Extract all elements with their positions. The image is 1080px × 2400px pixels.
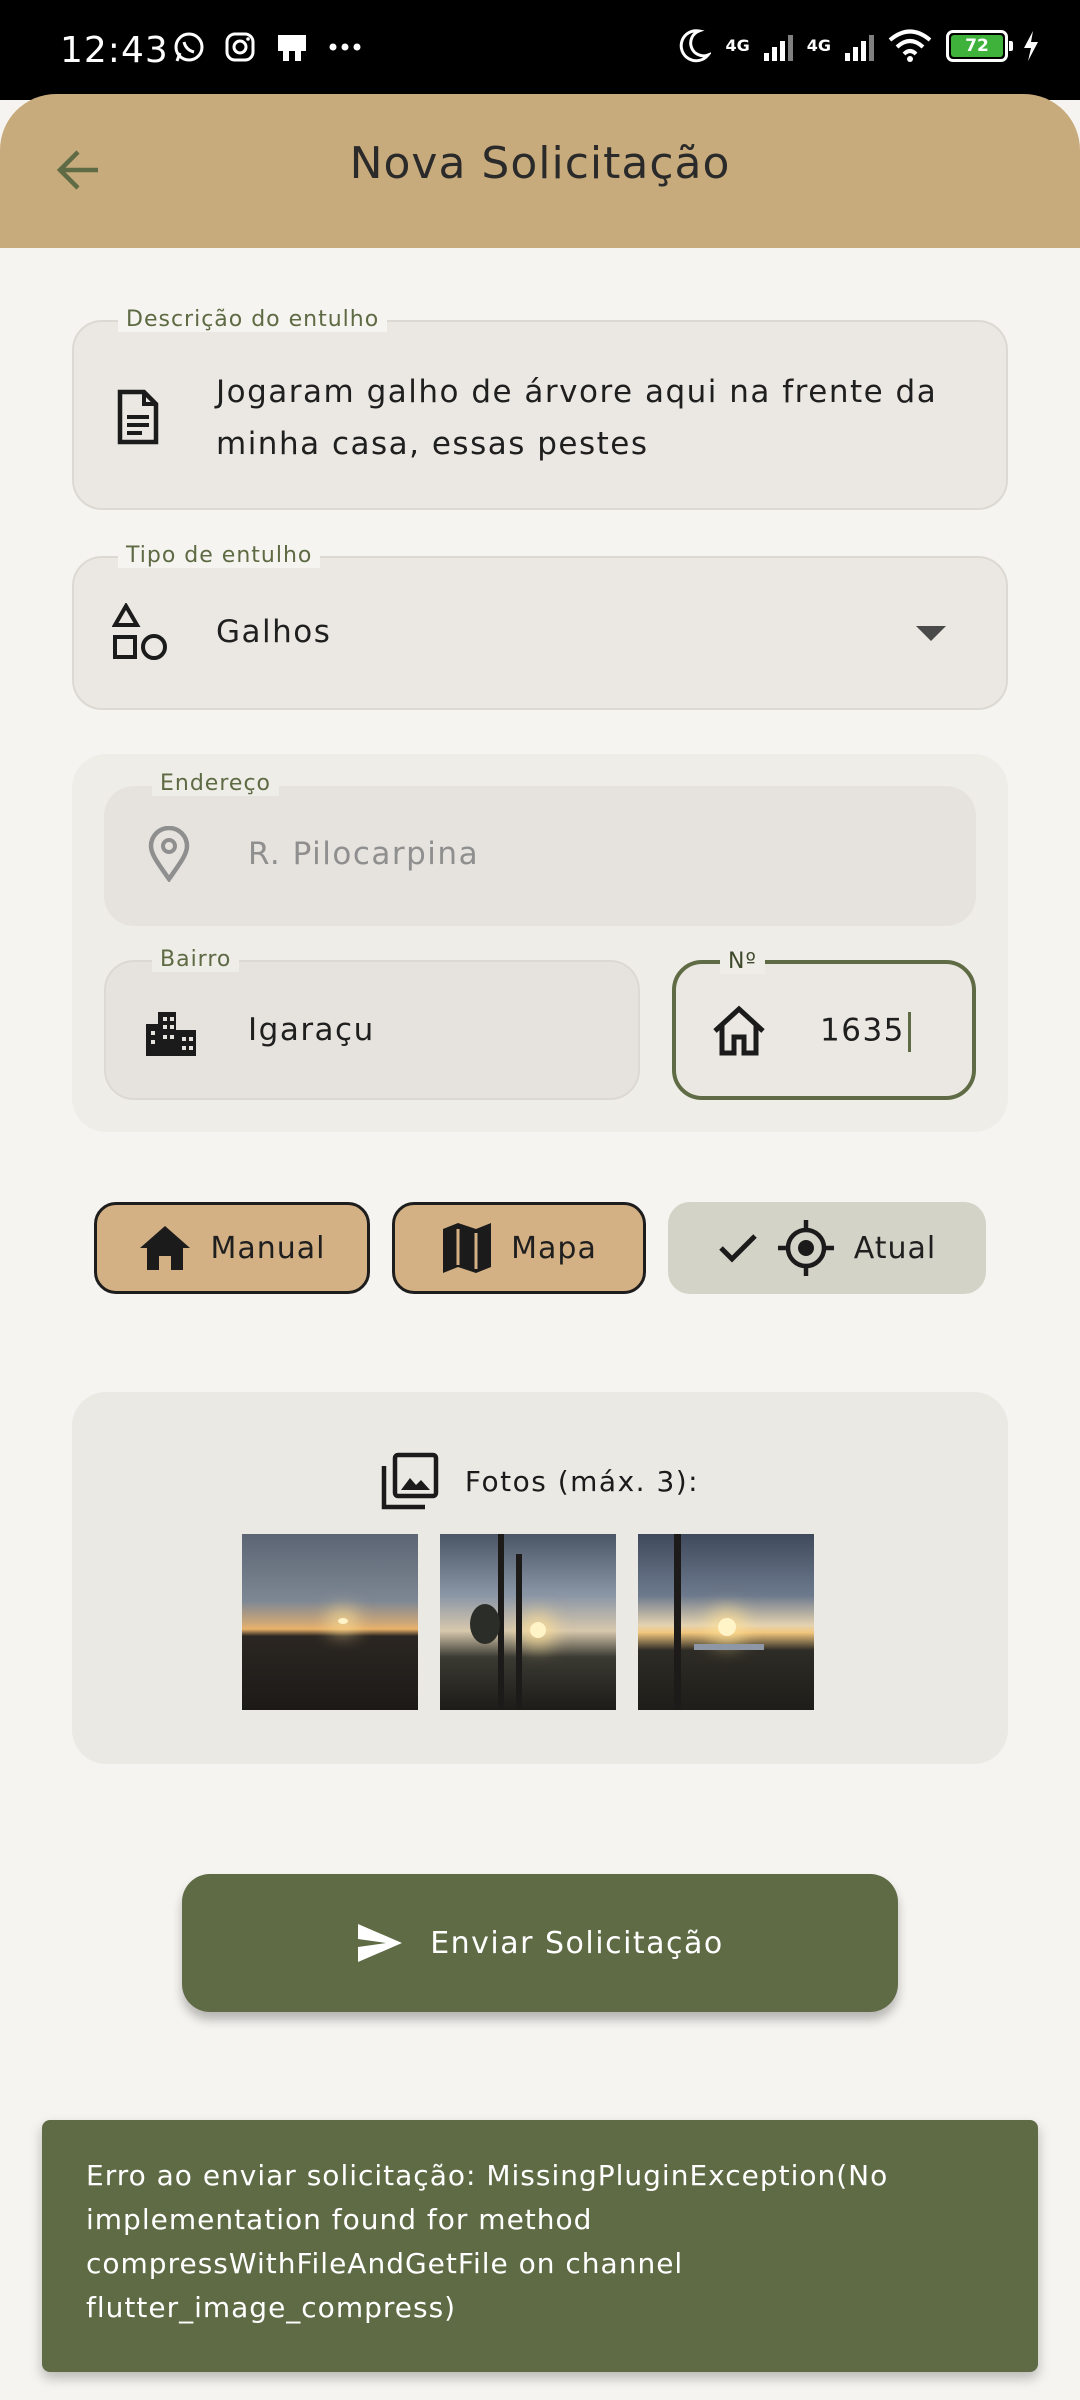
number-field[interactable]: Nº 1635 bbox=[672, 949, 976, 1100]
submit-request-button[interactable]: Enviar Solicitação bbox=[182, 1874, 898, 2012]
app-bar: Nova Solicitação bbox=[0, 94, 1080, 248]
type-dropdown[interactable]: Tipo de entulho Galhos bbox=[72, 543, 1008, 710]
location-pin-icon bbox=[144, 824, 194, 884]
photos-header[interactable]: Fotos (máx. 3): bbox=[72, 1452, 1008, 1510]
photos-title: Fotos (máx. 3): bbox=[464, 1464, 700, 1498]
status-bar: 12:43 4G 4G 72 bbox=[0, 0, 1080, 100]
shapes-icon bbox=[110, 602, 170, 662]
photo-thumbnail-1[interactable] bbox=[242, 1534, 418, 1710]
instagram-icon bbox=[225, 32, 255, 62]
neighborhood-label: Bairro bbox=[152, 947, 240, 972]
document-icon bbox=[112, 388, 164, 446]
moon-icon bbox=[680, 29, 712, 63]
error-snackbar: Erro ao enviar solicitação: MissingPlugi… bbox=[42, 2120, 1038, 2372]
address-value: R. Pilocarpina bbox=[248, 836, 480, 872]
home-icon bbox=[140, 1226, 191, 1270]
battery-icon: 72 bbox=[946, 30, 1013, 62]
photo-thumbnail-2[interactable] bbox=[440, 1534, 616, 1710]
description-field[interactable]: Descrição do entulho Jogaram galho de ár… bbox=[72, 307, 1008, 510]
number-label: Nº bbox=[720, 949, 765, 974]
charging-icon bbox=[1024, 31, 1038, 61]
status-time: 12:43 bbox=[60, 30, 169, 71]
mapa-label: Mapa bbox=[511, 1230, 597, 1266]
wifi-icon bbox=[888, 29, 932, 62]
type-value: Galhos bbox=[216, 614, 332, 650]
number-value-wrap: 1635 bbox=[820, 1012, 911, 1052]
signal-icon-2 bbox=[845, 31, 874, 61]
text-cursor bbox=[907, 1012, 911, 1052]
status-system-icons: 4G 4G 72 bbox=[677, 28, 1040, 64]
atual-label: Atual bbox=[853, 1230, 937, 1266]
snackbar-message: Erro ao enviar solicitação: MissingPlugi… bbox=[86, 2159, 889, 2324]
type-label: Tipo de entulho bbox=[118, 543, 321, 568]
network-label-2: 4G bbox=[806, 36, 831, 55]
photo-library-icon bbox=[381, 1452, 439, 1510]
manual-label: Manual bbox=[210, 1230, 326, 1266]
notification-icon bbox=[278, 35, 306, 61]
signal-icon bbox=[763, 31, 793, 61]
map-icon bbox=[443, 1223, 492, 1273]
description-value: Jogaram galho de árvore aqui na frente d… bbox=[216, 374, 938, 462]
manual-location-button[interactable]: Manual bbox=[94, 1202, 370, 1294]
battery-level: 72 bbox=[951, 35, 1003, 57]
neighborhood-value: Igaraçu bbox=[248, 1012, 375, 1048]
network-label-1: 4G bbox=[725, 36, 750, 55]
neighborhood-field[interactable]: Bairro Igaraçu bbox=[104, 947, 640, 1100]
page-title: Nova Solicitação bbox=[349, 138, 731, 189]
address-field[interactable]: Endereço R. Pilocarpina bbox=[104, 771, 976, 926]
check-icon bbox=[718, 1234, 757, 1263]
more-dots-icon bbox=[329, 43, 361, 51]
dropdown-arrow-icon[interactable] bbox=[916, 626, 946, 641]
send-icon bbox=[358, 1924, 403, 1962]
photo-thumbnail-3[interactable] bbox=[638, 1534, 814, 1710]
map-location-button[interactable]: Mapa bbox=[392, 1202, 646, 1294]
address-label: Endereço bbox=[152, 771, 279, 796]
submit-label: Enviar Solicitação bbox=[430, 1925, 724, 1961]
number-value: 1635 bbox=[820, 1012, 905, 1049]
house-outline-icon bbox=[710, 1002, 768, 1060]
description-label: Descrição do entulho bbox=[118, 307, 388, 332]
current-location-button[interactable]: Atual bbox=[668, 1202, 986, 1294]
gps-target-icon bbox=[777, 1220, 834, 1276]
photos-panel: Fotos (máx. 3): bbox=[72, 1392, 1008, 1764]
whatsapp-icon bbox=[174, 32, 204, 62]
city-icon bbox=[142, 1002, 200, 1060]
status-notification-icons bbox=[172, 30, 362, 64]
